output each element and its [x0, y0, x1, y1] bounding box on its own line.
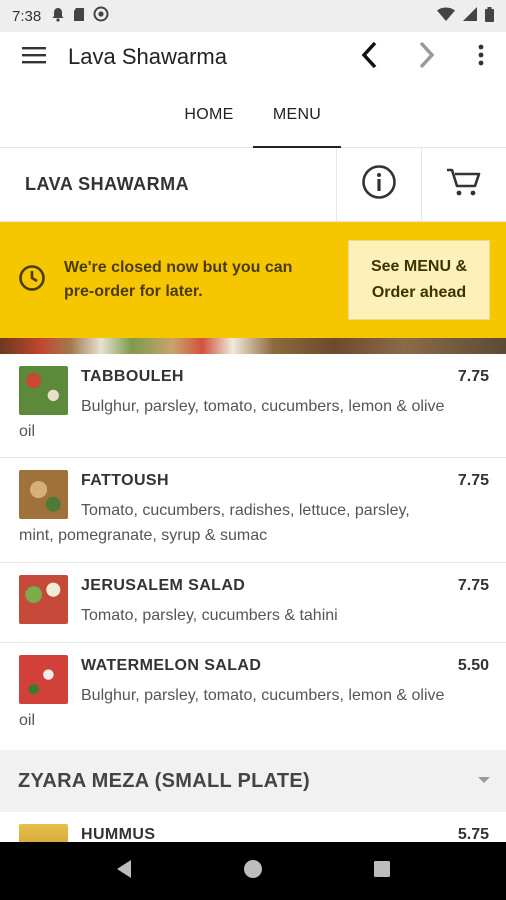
app-bar: Lava Shawarma — [0, 32, 506, 82]
order-button-line2: Order ahead — [371, 284, 467, 301]
system-back-button[interactable] — [104, 851, 144, 891]
notification-bell-icon — [51, 7, 65, 26]
info-button[interactable] — [336, 148, 421, 221]
cart-button[interactable] — [421, 148, 506, 221]
tab-bar: HOME MENU — [0, 82, 506, 148]
restaurant-name: LAVA SHAWARMA — [25, 174, 190, 194]
chevron-down-icon — [478, 777, 490, 783]
cellular-icon — [463, 7, 477, 25]
status-time: 7:38 — [12, 7, 42, 25]
overflow-menu-icon — [478, 44, 484, 71]
section-header-zyara-meza[interactable]: ZYARA MEZA (SMALL PLATE) — [0, 750, 506, 812]
system-navigation-bar — [0, 842, 506, 900]
system-home-button[interactable] — [233, 851, 273, 891]
wifi-icon — [437, 7, 455, 25]
closed-message-line2: pre-order for later. — [64, 283, 203, 300]
tab-menu[interactable]: MENU — [253, 82, 341, 148]
back-chevron-icon — [361, 41, 377, 74]
item-description: Tomato, cucumbers, radishes, lettuce, pa… — [19, 502, 410, 544]
menu-item-fattoush[interactable]: FATTOUSH 7.75 Tomato, cucumbers, radishe… — [0, 458, 506, 563]
app-title: Lava Shawarma — [68, 44, 227, 69]
cart-icon — [446, 167, 482, 202]
recents-square-icon — [373, 860, 391, 883]
sync-icon — [93, 6, 109, 26]
overflow-menu-button[interactable] — [456, 32, 506, 82]
info-icon — [361, 164, 397, 205]
system-recents-button[interactable] — [362, 851, 402, 891]
item-price: 7.75 — [457, 472, 489, 489]
item-price: 5.50 — [457, 657, 489, 674]
clock-icon — [18, 264, 46, 297]
item-price: 7.75 — [457, 368, 489, 385]
closed-message: We're closed now but you can pre-order f… — [64, 256, 348, 304]
tab-home[interactable]: HOME — [165, 82, 253, 147]
menu-item-jerusalem-salad[interactable]: JERUSALEM SALAD 7.75 Tomato, parsley, cu… — [0, 563, 506, 643]
food-hero-image — [0, 338, 506, 354]
restaurant-bar: LAVA SHAWARMA — [0, 148, 506, 222]
section-title: ZYARA MEZA (SMALL PLATE) — [18, 769, 311, 792]
closed-message-line1: We're closed now but you can — [64, 259, 293, 276]
item-description: Bulghur, parsley, tomato, cucumbers, lem… — [19, 687, 445, 729]
forward-chevron-icon — [419, 41, 435, 74]
back-triangle-icon — [115, 859, 133, 884]
menu-item-tabbouleh[interactable]: TABBOULEH 7.75 Bulghur, parsley, tomato,… — [0, 354, 506, 458]
menu-item-watermelon-salad[interactable]: WATERMELON SALAD 5.50 Bulghur, parsley, … — [0, 643, 506, 750]
item-name: WATERMELON SALAD — [81, 657, 262, 674]
back-button[interactable] — [340, 32, 398, 82]
item-description: Bulghur, parsley, tomato, cucumbers, lem… — [19, 398, 445, 440]
hamburger-menu-icon — [22, 46, 46, 69]
item-name: TABBOULEH — [81, 368, 184, 385]
item-name: JERUSALEM SALAD — [81, 577, 246, 594]
order-button-line1: See MENU & — [370, 258, 468, 275]
item-description: Tomato, parsley, cucumbers & tahini — [81, 607, 338, 624]
hamburger-menu-button[interactable] — [0, 32, 68, 82]
forward-button[interactable] — [398, 32, 456, 82]
home-circle-icon — [243, 859, 263, 884]
status-bar: 7:38 — [0, 0, 506, 32]
item-name: FATTOUSH — [81, 472, 169, 489]
sd-card-icon — [73, 7, 85, 26]
battery-icon — [485, 6, 494, 26]
closed-banner: We're closed now but you can pre-order f… — [0, 222, 506, 338]
item-price: 7.75 — [457, 577, 489, 594]
see-menu-order-ahead-button[interactable]: See MENU & Order ahead — [348, 240, 490, 320]
